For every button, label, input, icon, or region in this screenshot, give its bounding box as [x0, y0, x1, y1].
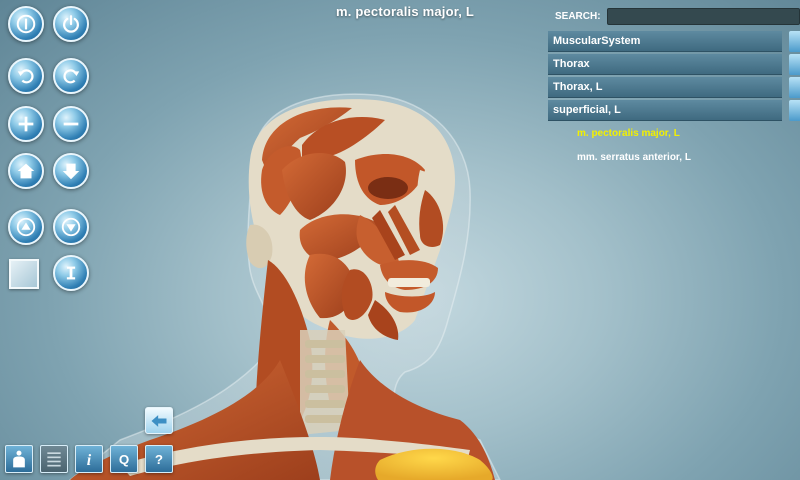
quiz-button[interactable]: Q: [110, 445, 138, 473]
cursor-icon: [66, 266, 76, 280]
breadcrumb-expand-tab[interactable]: [789, 77, 800, 98]
list-button[interactable]: [40, 445, 68, 473]
back-button[interactable]: [145, 407, 173, 434]
down-arrow-icon: [62, 163, 80, 180]
page-title: m. pectoralis major, L: [335, 4, 475, 19]
breadcrumb-muscular-system[interactable]: MuscularSystem: [548, 31, 782, 52]
help-icon: ?: [155, 452, 163, 467]
power-button[interactable]: [53, 6, 89, 42]
search-label: SEARCH:: [555, 11, 601, 22]
power-icon: [63, 15, 79, 33]
zoom-out-icon: [63, 122, 79, 126]
breadcrumb-thorax-l[interactable]: Thorax, L: [548, 77, 782, 98]
home-icon: [17, 163, 35, 179]
move-down-icon: [61, 217, 81, 237]
rotate-left-button[interactable]: [8, 58, 44, 94]
home-button[interactable]: [8, 153, 44, 189]
back-arrow-icon: [151, 414, 167, 427]
move-up-icon: [16, 217, 36, 237]
svg-text:i: i: [87, 452, 92, 469]
body-icon: [13, 450, 25, 468]
help-button[interactable]: ?: [145, 445, 173, 473]
breadcrumb-expand-tab[interactable]: [789, 31, 800, 52]
body-view-button[interactable]: [5, 445, 33, 473]
quiz-icon: Q: [119, 452, 129, 467]
rotate-right-button[interactable]: [53, 58, 89, 94]
svg-text:?: ?: [155, 452, 163, 467]
zoom-in-icon: [18, 116, 34, 132]
rotate-left-icon: [17, 69, 34, 84]
info-button[interactable]: [8, 6, 44, 42]
breadcrumb-thorax[interactable]: Thorax: [548, 54, 782, 75]
breadcrumb-expand-tab[interactable]: [789, 54, 800, 75]
info-panel-button[interactable]: i: [75, 445, 103, 473]
breadcrumb-expand-tab[interactable]: [789, 100, 800, 121]
tree-item-serratus-anterior[interactable]: mm. serratus anterior, L: [577, 152, 691, 163]
zoom-in-button[interactable]: [8, 106, 44, 142]
zoom-out-button[interactable]: [53, 106, 89, 142]
search-input[interactable]: [607, 8, 800, 25]
cursor-button[interactable]: [53, 255, 89, 291]
info-icon: i: [87, 452, 92, 469]
svg-text:Q: Q: [119, 452, 129, 467]
info-icon: [16, 14, 36, 34]
list-icon: [47, 452, 61, 467]
tree-item-pectoralis-major[interactable]: m. pectoralis major, L: [577, 128, 680, 139]
move-down-button[interactable]: [53, 209, 89, 245]
color-swatch-button[interactable]: [9, 259, 39, 289]
breadcrumb-superficial-l[interactable]: superficial, L: [548, 100, 782, 121]
move-up-button[interactable]: [8, 209, 44, 245]
down-arrow-button[interactable]: [53, 153, 89, 189]
rotate-right-icon: [63, 69, 80, 84]
